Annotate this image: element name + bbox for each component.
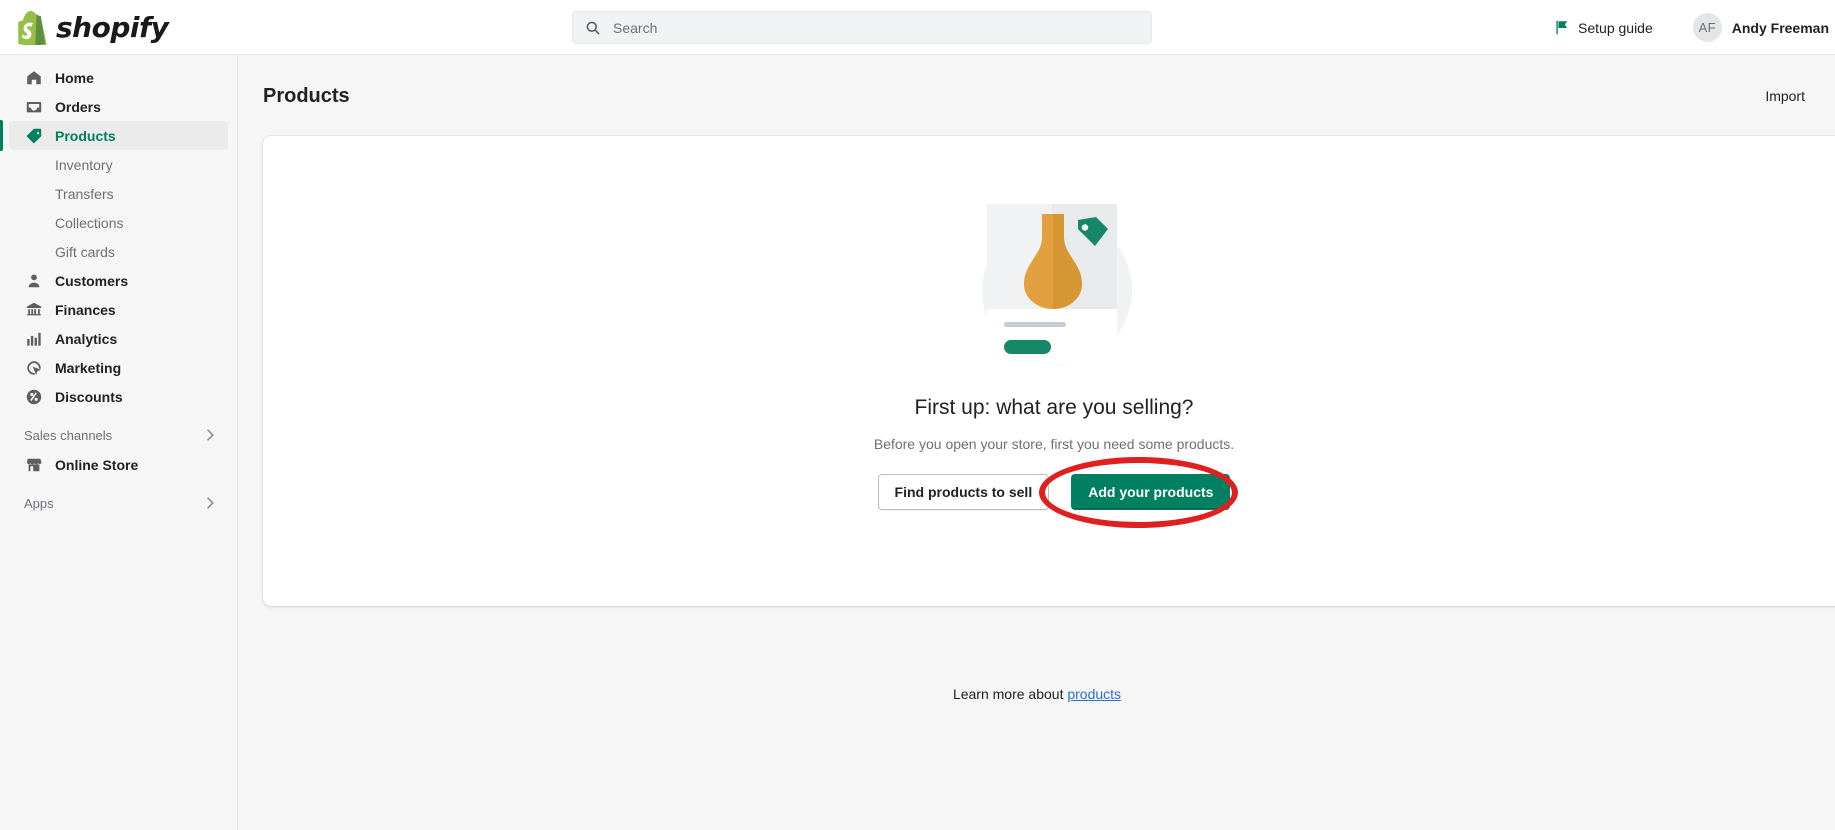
- store-icon: [24, 455, 43, 474]
- chevron-right-icon: [202, 495, 218, 511]
- sidebar: Home Orders Products Inventory Transfers…: [0, 55, 238, 830]
- main-content: Products Import First up: what are you s…: [239, 56, 1835, 830]
- sidebar-item-finances[interactable]: Finances: [9, 295, 228, 324]
- sidebar-section-sales-channels[interactable]: Sales channels: [9, 420, 228, 450]
- search-input[interactable]: [611, 19, 1120, 37]
- sidebar-section-label: Sales channels: [24, 428, 112, 443]
- chevron-right-icon: [202, 427, 218, 443]
- sidebar-item-label: Finances: [55, 302, 116, 318]
- sidebar-item-products[interactable]: Products: [9, 121, 228, 150]
- sidebar-item-label: Marketing: [55, 360, 121, 376]
- chart-icon: [24, 329, 43, 348]
- shopify-logo[interactable]: shopify: [18, 7, 168, 47]
- sidebar-item-label: Analytics: [55, 331, 117, 347]
- empty-state-card: First up: what are you selling? Before y…: [263, 136, 1835, 606]
- empty-state-subtitle: Before you open your store, first you ne…: [874, 436, 1234, 452]
- learn-more-footer: Learn more about products: [239, 686, 1835, 702]
- sidebar-item-label: Online Store: [55, 457, 138, 473]
- sidebar-section-label: Apps: [24, 496, 54, 511]
- sidebar-item-inventory[interactable]: Inventory: [9, 150, 228, 179]
- shopify-wordmark: shopify: [56, 11, 168, 44]
- sidebar-item-label: Discounts: [55, 389, 123, 405]
- sidebar-item-label: Products: [55, 128, 116, 144]
- sidebar-item-customers[interactable]: Customers: [9, 266, 228, 295]
- page-header: Products Import: [263, 76, 1811, 116]
- sidebar-item-analytics[interactable]: Analytics: [9, 324, 228, 353]
- tag-icon: [24, 126, 43, 145]
- sidebar-subitem-label: Gift cards: [55, 244, 115, 260]
- learn-more-text: Learn more about: [953, 686, 1064, 702]
- sidebar-item-label: Orders: [55, 99, 101, 115]
- orders-icon: [24, 97, 43, 116]
- sidebar-item-collections[interactable]: Collections: [9, 208, 228, 237]
- sidebar-divider: [0, 411, 237, 420]
- sidebar-item-transfers[interactable]: Transfers: [9, 179, 228, 208]
- products-link[interactable]: products: [1067, 686, 1121, 702]
- add-your-products-button[interactable]: Add your products: [1071, 474, 1230, 510]
- import-button[interactable]: Import: [1759, 84, 1811, 108]
- sidebar-section-apps[interactable]: Apps: [9, 488, 228, 518]
- sidebar-item-gift-cards[interactable]: Gift cards: [9, 237, 228, 266]
- flag-icon: [1553, 19, 1570, 36]
- search-bar[interactable]: [572, 11, 1152, 44]
- top-bar-right: Setup guide AF Andy Freeman: [1545, 0, 1835, 55]
- sidebar-item-marketing[interactable]: Marketing: [9, 353, 228, 382]
- person-icon: [24, 271, 43, 290]
- user-menu[interactable]: AF Andy Freeman: [1687, 9, 1835, 46]
- search-icon: [585, 20, 601, 36]
- marketing-icon: [24, 358, 43, 377]
- sidebar-subitem-label: Inventory: [55, 157, 113, 173]
- top-bar: shopify Setup guide AF Andy Freeman: [0, 0, 1835, 55]
- setup-guide-label: Setup guide: [1578, 20, 1653, 36]
- setup-guide-button[interactable]: Setup guide: [1545, 13, 1661, 42]
- page-title: Products: [263, 85, 350, 108]
- sidebar-item-home[interactable]: Home: [9, 63, 228, 92]
- sidebar-subitem-label: Collections: [55, 215, 123, 231]
- discount-icon: [24, 387, 43, 406]
- shopify-bag-icon: [18, 10, 49, 45]
- product-card-vase-illustration: [924, 182, 1184, 382]
- user-name: Andy Freeman: [1732, 20, 1829, 36]
- empty-state-title: First up: what are you selling?: [915, 396, 1194, 420]
- sidebar-item-label: Customers: [55, 273, 128, 289]
- find-products-to-sell-button[interactable]: Find products to sell: [878, 474, 1050, 510]
- empty-state-actions: Find products to sell Add your products: [878, 474, 1231, 510]
- home-icon: [24, 68, 43, 87]
- sidebar-subitem-label: Transfers: [55, 186, 114, 202]
- sidebar-item-label: Home: [55, 70, 94, 86]
- sidebar-item-orders[interactable]: Orders: [9, 92, 228, 121]
- search-box[interactable]: [572, 11, 1152, 44]
- sidebar-item-discounts[interactable]: Discounts: [9, 382, 228, 411]
- sidebar-divider-2: [0, 479, 237, 488]
- bank-icon: [24, 300, 43, 319]
- sidebar-item-online-store[interactable]: Online Store: [9, 450, 228, 479]
- avatar: AF: [1693, 13, 1722, 42]
